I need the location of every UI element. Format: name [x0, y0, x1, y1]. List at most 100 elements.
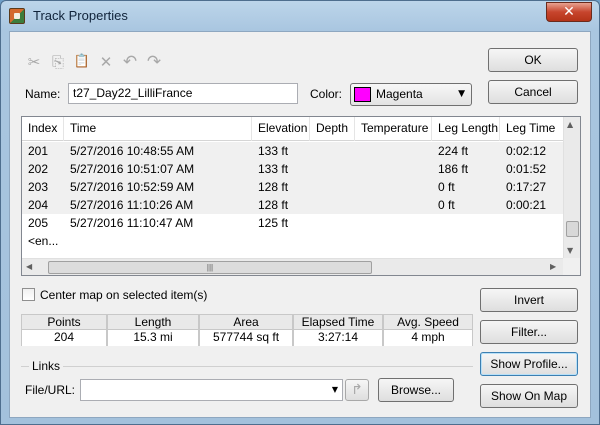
- cell-index: 201: [28, 144, 49, 158]
- cut-icon[interactable]: ✂: [24, 52, 44, 72]
- vertical-scroll-thumb[interactable]: [566, 221, 579, 237]
- stat-avg-speed: Avg. Speed 4 mph: [383, 314, 473, 346]
- horizontal-scroll-thumb[interactable]: |||: [48, 261, 372, 274]
- table-row[interactable]: 203 5/27/2016 10:52:59 AM 128 ft 0 ft 0:17:2…: [22, 178, 564, 196]
- track-stats: Points 204 Length 15.3 mi Area 577744 sq…: [21, 314, 473, 346]
- column-header-depth[interactable]: Depth: [310, 117, 355, 141]
- color-swatch: [354, 87, 371, 102]
- cell-depth: [310, 142, 355, 160]
- stat-area: Area 577744 sq ft: [199, 314, 293, 346]
- stat-value: 204: [22, 330, 106, 346]
- cell-leg-length: [432, 214, 500, 232]
- cell-leg-length: 186 ft: [438, 162, 469, 176]
- column-header-leg-time[interactable]: Leg Time: [500, 117, 564, 141]
- column-header-leg-length[interactable]: Leg Length: [432, 117, 500, 141]
- stat-label: Length: [108, 315, 198, 330]
- column-header-index[interactable]: Index: [22, 117, 64, 141]
- column-header-elevation[interactable]: Elevation: [252, 117, 310, 141]
- links-group-title: Links: [29, 359, 64, 373]
- column-header-time[interactable]: Time: [64, 117, 252, 141]
- cell-time: 5/27/2016 11:10:26 AM: [70, 198, 194, 212]
- dialog-client-area: ✂ ⎘ 📋 ✕ ↶ ↷ OK Cancel Name: t27_Day22_Li…: [9, 31, 591, 418]
- window-title: Track Properties: [33, 8, 128, 23]
- chevron-down-icon[interactable]: ▼: [332, 385, 338, 394]
- table-row[interactable]: 205 5/27/2016 11:10:47 AM 125 ft: [22, 214, 564, 232]
- table-row[interactable]: 204 5/27/2016 11:10:26 AM 128 ft 0 ft 0:00:2…: [22, 196, 564, 214]
- cell-time: 5/27/2016 11:10:47 AM: [70, 216, 194, 230]
- cell-leg-time: 0:00:21: [506, 198, 547, 212]
- center-map-label[interactable]: Center map on selected item(s): [40, 288, 207, 302]
- cell-elevation: 133 ft: [258, 162, 289, 176]
- stat-points: Points 204: [21, 314, 107, 346]
- cell-leg-time: 0:01:52: [506, 162, 547, 176]
- table-row[interactable]: 201 5/27/2016 10:48:55 AM 133 ft 224 ft 0:02…: [22, 142, 564, 160]
- paste-icon[interactable]: 📋: [72, 52, 92, 72]
- cell-depth: [310, 178, 355, 196]
- cell-leg-length: 224 ft: [438, 144, 469, 158]
- cell-depth: [310, 160, 355, 178]
- cell-temperature: [355, 214, 432, 232]
- end-marker: <en...: [28, 234, 59, 248]
- show-on-map-button[interactable]: Show On Map: [480, 384, 578, 408]
- close-button[interactable]: ✕: [546, 2, 592, 22]
- cell-index: 202: [28, 162, 49, 176]
- open-link-button[interactable]: ↱: [345, 379, 369, 401]
- cell-depth: [310, 214, 355, 232]
- cell-leg-time: 0:17:27: [506, 180, 547, 194]
- file-url-input[interactable]: ▼: [80, 379, 343, 401]
- horizontal-scrollbar[interactable]: ◀ ||| ▶: [22, 258, 564, 275]
- stat-label: Elapsed Time: [294, 315, 382, 330]
- cell-temperature: [355, 142, 432, 160]
- show-profile-button[interactable]: Show Profile...: [480, 352, 578, 376]
- list-item-end[interactable]: <en...: [22, 232, 564, 250]
- cell-index: 203: [28, 180, 49, 194]
- color-value: Magenta: [376, 87, 423, 101]
- cell-elevation: 133 ft: [258, 144, 289, 158]
- stat-value: 577744 sq ft: [200, 330, 292, 346]
- undo-icon[interactable]: ↶: [120, 52, 140, 72]
- center-map-checkbox[interactable]: [22, 288, 35, 301]
- redo-icon[interactable]: ↷: [144, 52, 164, 72]
- track-properties-dialog: Track Properties ✕ ✂ ⎘ 📋 ✕ ↶ ↷ OK Cancel…: [0, 0, 600, 425]
- cell-temperature: [355, 160, 432, 178]
- stat-label: Points: [22, 315, 106, 330]
- cell-leg-length: 0 ft: [438, 180, 455, 194]
- stat-label: Avg. Speed: [384, 315, 472, 330]
- app-icon: [9, 8, 25, 24]
- stat-value: 15.3 mi: [108, 330, 198, 346]
- file-url-label: File/URL:: [25, 383, 76, 397]
- cell-time: 5/27/2016 10:51:07 AM: [70, 162, 195, 176]
- stat-value: 4 mph: [384, 330, 472, 346]
- ok-button[interactable]: OK: [488, 48, 578, 72]
- color-label: Color:: [310, 87, 343, 101]
- color-dropdown[interactable]: Magenta ▼: [350, 83, 472, 106]
- title-bar[interactable]: Track Properties ✕: [1, 1, 599, 31]
- stat-elapsed-time: Elapsed Time 3:27:14: [293, 314, 383, 346]
- column-header-temperature[interactable]: Temperature: [355, 117, 432, 141]
- cell-elevation: 128 ft: [258, 180, 289, 194]
- cell-leg-time: [500, 214, 564, 232]
- track-points-list[interactable]: Index Time Elevation Depth Temperature L…: [21, 116, 581, 276]
- filter-button[interactable]: Filter...: [480, 320, 578, 344]
- name-label: Name:: [25, 87, 61, 101]
- cell-temperature: [355, 196, 432, 214]
- delete-icon[interactable]: ✕: [96, 52, 116, 72]
- name-field[interactable]: t27_Day22_LilliFrance: [68, 83, 298, 104]
- table-row[interactable]: 202 5/27/2016 10:51:07 AM 133 ft 186 ft 0:01…: [22, 160, 564, 178]
- stat-label: Area: [200, 315, 292, 330]
- scroll-down-icon[interactable]: ▼: [567, 246, 573, 255]
- stat-value: 3:27:14: [294, 330, 382, 346]
- invert-button[interactable]: Invert: [480, 288, 578, 312]
- list-rows: 201 5/27/2016 10:48:55 AM 133 ft 224 ft 0:02…: [22, 142, 564, 250]
- scroll-right-icon[interactable]: ▶: [550, 262, 556, 271]
- copy-icon[interactable]: ⎘: [48, 52, 68, 72]
- browse-button[interactable]: Browse...: [378, 378, 454, 402]
- scroll-up-icon[interactable]: ▲: [567, 120, 573, 129]
- scroll-left-icon[interactable]: ◀: [26, 262, 32, 271]
- scroll-corner: [563, 258, 580, 275]
- vertical-scrollbar[interactable]: ▲ ▼: [563, 117, 580, 258]
- cell-depth: [310, 196, 355, 214]
- list-header: Index Time Elevation Depth Temperature L…: [22, 117, 564, 141]
- cell-leg-time: 0:02:12: [506, 144, 547, 158]
- cancel-button[interactable]: Cancel: [488, 80, 578, 104]
